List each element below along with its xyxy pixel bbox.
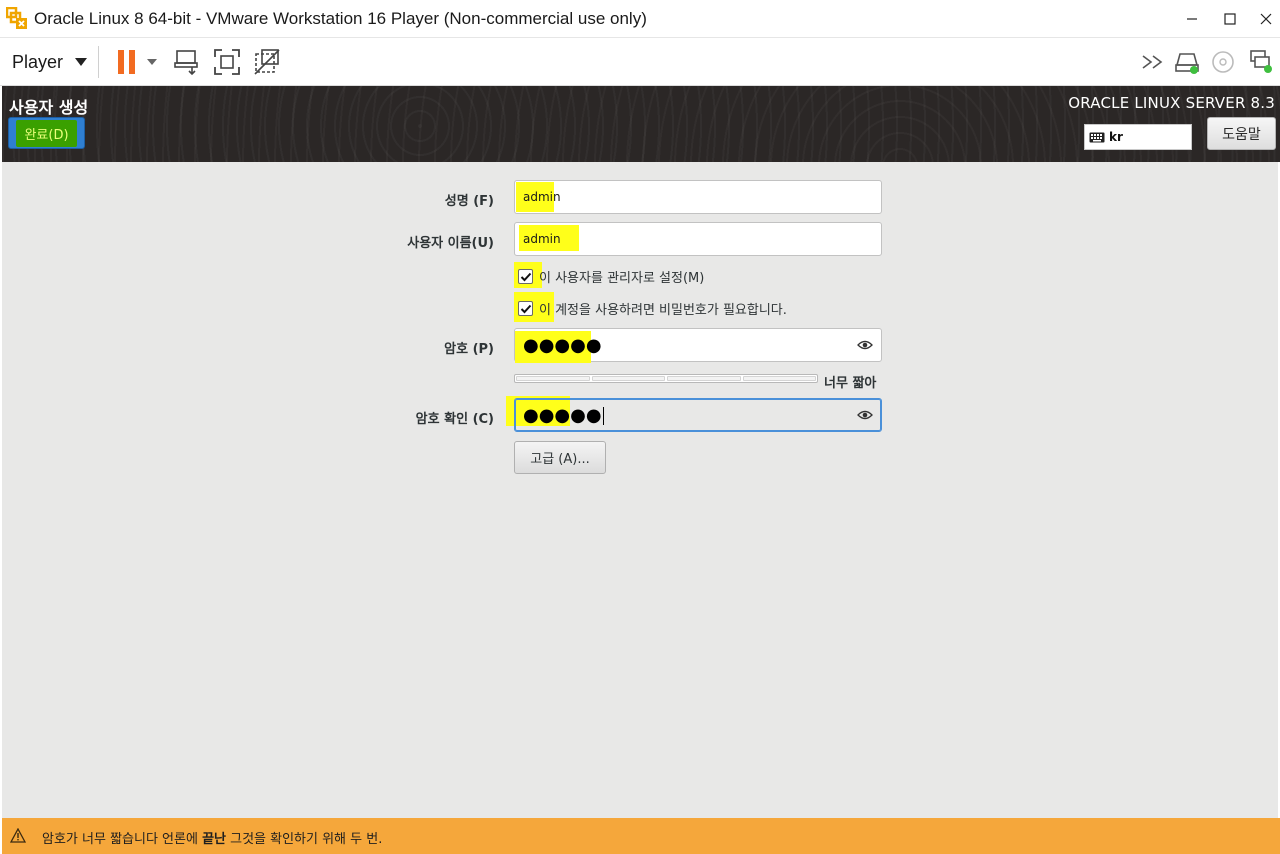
- dropdown-caret-icon: [147, 59, 157, 65]
- checkmark-icon: [520, 272, 532, 281]
- maximize-button[interactable]: [1210, 6, 1250, 32]
- hard-disk-icon: [1175, 53, 1199, 74]
- password-value: ●●●●●: [523, 335, 602, 356]
- more-devices-button[interactable]: [1138, 47, 1168, 77]
- require-password-label: 이 계정을 사용하려면 비밀번호가 필요합니다.: [539, 302, 787, 318]
- vmware-player-logo-icon: [6, 7, 27, 29]
- vmware-toolbar: Player: [0, 38, 1280, 86]
- warning-text-part: 그것을 확인하기 위해 두 번.: [225, 832, 383, 847]
- minimize-button[interactable]: [1172, 6, 1212, 32]
- warning-message: 암호가 너무 짧습니다 언론에 끝난 그것을 확인하기 위해 두 번.: [42, 828, 382, 847]
- player-menu-label: Player: [12, 51, 64, 72]
- send-ctrl-alt-del-button[interactable]: [172, 47, 202, 77]
- confirm-password-label: 암호 확인 (C): [415, 412, 494, 427]
- forward-arrows-icon: [1142, 55, 1163, 69]
- minimize-icon: [1187, 18, 1197, 20]
- password-strength-label: 너무 짧아: [824, 376, 877, 391]
- network-adapter-device[interactable]: [1246, 47, 1276, 77]
- password-field[interactable]: ●●●●●: [514, 328, 882, 363]
- player-menu-button[interactable]: Player: [6, 48, 93, 76]
- require-password-checkbox[interactable]: [518, 300, 533, 316]
- close-icon: [1260, 13, 1272, 25]
- text-cursor: [602, 407, 604, 425]
- warning-text-part: 암호가 너무 짧습니다 언론에: [42, 832, 203, 847]
- keyboard-layout-value: kr: [1109, 130, 1123, 144]
- window-title: Oracle Linux 8 64-bit - VMware Workstati…: [34, 9, 647, 28]
- username-label: 사용자 이름(U): [407, 236, 494, 251]
- show-password-eye-icon[interactable]: [857, 339, 873, 351]
- strength-segment: [591, 376, 665, 381]
- keyboard-icon: [1089, 132, 1105, 142]
- show-password-eye-icon[interactable]: [857, 409, 873, 421]
- admin-checkbox-row[interactable]: 이 사용자를 관리자로 설정(M): [518, 266, 704, 286]
- full-screen-button[interactable]: [212, 47, 242, 77]
- cd-rom-device[interactable]: [1208, 47, 1238, 77]
- create-user-form-area: [2, 162, 1278, 818]
- strength-segment: [667, 376, 741, 381]
- toolbar-divider: [98, 46, 99, 78]
- password-strength-meter: [514, 374, 818, 383]
- username-value: admin: [523, 232, 561, 246]
- fullname-value: admin: [523, 190, 561, 204]
- hard-disk-device[interactable]: [1172, 47, 1202, 77]
- chevron-down-icon: [75, 58, 88, 66]
- confirm-password-field[interactable]: ●●●●●: [514, 398, 882, 432]
- pause-button[interactable]: [112, 47, 142, 77]
- network-adapter-icon: [1250, 50, 1272, 73]
- strength-segment: [516, 376, 590, 381]
- done-button-label: 완료(D): [16, 119, 77, 147]
- fullname-field[interactable]: admin: [514, 180, 882, 214]
- full-screen-icon: [214, 49, 240, 75]
- username-field[interactable]: admin: [514, 222, 882, 256]
- fullname-label: 성명 (F): [444, 194, 494, 209]
- close-button[interactable]: [1246, 6, 1280, 32]
- password-label: 암호 (P): [444, 342, 494, 357]
- confirm-password-dots: ●●●●●: [523, 405, 602, 426]
- done-button[interactable]: 완료(D): [8, 117, 85, 149]
- page-title: 사용자 생성: [9, 98, 89, 117]
- product-title: ORACLE LINUX SERVER 8.3: [1068, 94, 1275, 112]
- pause-options-dropdown[interactable]: [140, 47, 164, 77]
- warning-icon: [10, 828, 26, 843]
- checkmark-icon: [520, 304, 532, 313]
- send-ctrl-alt-del-icon: [174, 50, 198, 76]
- advanced-button[interactable]: 고급 (A)...: [514, 441, 606, 474]
- warning-bar[interactable]: 암호가 너무 짧습니다 언론에 끝난 그것을 확인하기 위해 두 번.: [2, 818, 1280, 854]
- admin-checkbox-label: 이 사용자를 관리자로 설정(M): [539, 270, 705, 286]
- maximize-icon: [1224, 13, 1236, 25]
- confirm-password-value: ●●●●●: [523, 407, 604, 425]
- warning-text-bold: 끝난: [202, 832, 226, 847]
- unity-button[interactable]: [252, 47, 282, 77]
- require-password-checkbox-row[interactable]: 이 계정을 사용하려면 비밀번호가 필요합니다.: [518, 298, 787, 318]
- help-button[interactable]: 도움말: [1207, 117, 1276, 150]
- pause-icon: [118, 50, 135, 74]
- keyboard-layout-indicator[interactable]: kr: [1084, 124, 1192, 150]
- cd-rom-icon: [1212, 51, 1234, 73]
- strength-segment: [742, 376, 816, 381]
- admin-checkbox[interactable]: [518, 268, 533, 284]
- window-titlebar: Oracle Linux 8 64-bit - VMware Workstati…: [0, 0, 1280, 38]
- unity-icon: [254, 49, 280, 75]
